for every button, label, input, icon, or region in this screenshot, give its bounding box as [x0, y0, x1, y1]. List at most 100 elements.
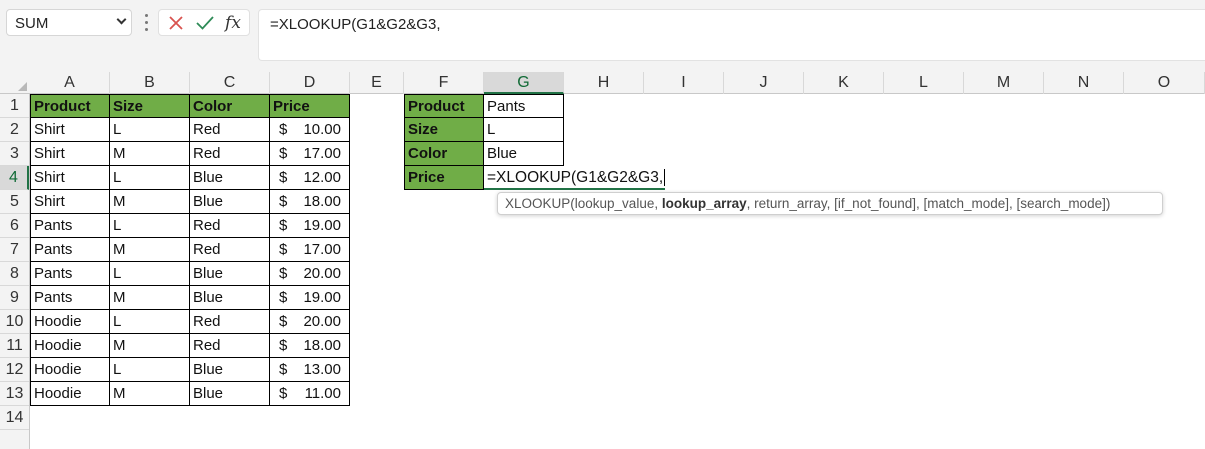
column-header-b[interactable]: B	[110, 72, 190, 94]
select-all-button[interactable]	[0, 72, 30, 94]
column-header-i[interactable]: I	[644, 72, 724, 94]
table-cell[interactable]: L	[110, 310, 190, 334]
table-cell[interactable]: Pants	[30, 238, 110, 262]
table-cell[interactable]: Blue	[190, 166, 270, 190]
table-cell[interactable]: Red	[190, 310, 270, 334]
confirm-icon[interactable]	[194, 13, 216, 33]
column-header-c[interactable]: C	[190, 72, 270, 94]
column-header-e[interactable]: E	[350, 72, 404, 94]
table-cell[interactable]: M	[110, 142, 190, 166]
price-cell[interactable]: $10.00	[270, 118, 350, 142]
price-cell[interactable]: $18.00	[270, 334, 350, 358]
column-header-n[interactable]: N	[1044, 72, 1124, 94]
row-header-10[interactable]: 10	[0, 310, 29, 334]
drag-handle-icon[interactable]	[145, 14, 148, 32]
table-cell[interactable]: M	[110, 382, 190, 406]
table-cell[interactable]: Red	[190, 238, 270, 262]
row-header-11[interactable]: 11	[0, 334, 29, 358]
column-header-h[interactable]: H	[564, 72, 644, 94]
row-header-4[interactable]: 4	[0, 166, 29, 190]
row-header-2[interactable]: 2	[0, 118, 29, 142]
column-header-g[interactable]: G	[484, 72, 564, 94]
column-header-l[interactable]: L	[884, 72, 964, 94]
price-cell[interactable]: $19.00	[270, 286, 350, 310]
formula-input[interactable]: =XLOOKUP(G1&G2&G3,	[258, 9, 1205, 61]
chevron-down-icon[interactable]	[116, 14, 127, 25]
table-header-cell[interactable]: Color	[190, 94, 270, 118]
table-cell[interactable]: Red	[190, 118, 270, 142]
column-header-m[interactable]: M	[964, 72, 1044, 94]
table-cell[interactable]: Blue	[190, 286, 270, 310]
table-cell[interactable]: Shirt	[30, 118, 110, 142]
row-header-7[interactable]: 7	[0, 238, 29, 262]
table-cell[interactable]: M	[110, 286, 190, 310]
row-header-5[interactable]: 5	[0, 190, 29, 214]
column-header-o[interactable]: O	[1124, 72, 1205, 94]
table-cell[interactable]: Hoodie	[30, 382, 110, 406]
table-cell[interactable]: Hoodie	[30, 334, 110, 358]
table-cell[interactable]: Red	[190, 214, 270, 238]
column-header-f[interactable]: F	[404, 72, 484, 94]
column-header-a[interactable]: A	[30, 72, 110, 94]
price-cell[interactable]: $11.00	[270, 382, 350, 406]
table-cell[interactable]: L	[110, 118, 190, 142]
table-cell[interactable]: Pants	[30, 214, 110, 238]
table-cell[interactable]: Pants	[30, 286, 110, 310]
worksheet-grid[interactable]: Product Size Color Price Shirt L Red $10.00 Shir…	[30, 94, 1205, 449]
table-cell[interactable]: Shirt	[30, 166, 110, 190]
table-cell[interactable]: Blue	[190, 358, 270, 382]
row-header-3[interactable]: 3	[0, 142, 29, 166]
row-header-13[interactable]: 13	[0, 382, 29, 406]
table-cell[interactable]: Hoodie	[30, 358, 110, 382]
table-cell[interactable]: L	[110, 166, 190, 190]
lookup-label-cell[interactable]: Price	[404, 166, 484, 190]
table-cell[interactable]: Pants	[30, 262, 110, 286]
table-cell[interactable]: Shirt	[30, 190, 110, 214]
table-cell[interactable]: L	[110, 358, 190, 382]
active-cell-editor[interactable]: =XLOOKUP(G1&G2&G3,	[484, 166, 666, 190]
row-header-9[interactable]: 9	[0, 286, 29, 310]
price-cell[interactable]: $17.00	[270, 142, 350, 166]
price-cell[interactable]: $17.00	[270, 238, 350, 262]
lookup-label-cell[interactable]: Size	[404, 118, 484, 142]
table-cell[interactable]: M	[110, 190, 190, 214]
price-cell[interactable]: $13.00	[270, 358, 350, 382]
lookup-value-cell[interactable]: Blue	[484, 142, 564, 166]
price-cell[interactable]: $12.00	[270, 166, 350, 190]
lookup-value-cell[interactable]: L	[484, 118, 564, 142]
cancel-icon[interactable]	[165, 13, 187, 33]
insert-function-icon[interactable]: fx	[222, 13, 244, 33]
function-tooltip[interactable]: XLOOKUP(lookup_value, lookup_array, retu…	[497, 192, 1163, 215]
lookup-label-cell[interactable]: Product	[404, 94, 484, 118]
table-cell[interactable]: L	[110, 214, 190, 238]
table-cell[interactable]: M	[110, 238, 190, 262]
table-header-cell[interactable]: Size	[110, 94, 190, 118]
table-cell[interactable]: M	[110, 334, 190, 358]
table-header-cell[interactable]: Price	[270, 94, 350, 118]
price-value: 18.00	[303, 337, 341, 354]
row-header-14[interactable]: 14	[0, 406, 29, 430]
table-header-cell[interactable]: Product	[30, 94, 110, 118]
lookup-value-cell[interactable]: Pants	[484, 94, 564, 118]
column-header-d[interactable]: D	[270, 72, 350, 94]
price-cell[interactable]: $20.00	[270, 262, 350, 286]
table-cell[interactable]: Red	[190, 334, 270, 358]
price-cell[interactable]: $19.00	[270, 214, 350, 238]
column-header-j[interactable]: J	[724, 72, 804, 94]
table-cell[interactable]: Blue	[190, 262, 270, 286]
row-header-6[interactable]: 6	[0, 214, 29, 238]
row-header-1[interactable]: 1	[0, 94, 29, 118]
table-cell[interactable]: Red	[190, 142, 270, 166]
price-cell[interactable]: $18.00	[270, 190, 350, 214]
lookup-label-cell[interactable]: Color	[404, 142, 484, 166]
price-cell[interactable]: $20.00	[270, 310, 350, 334]
table-cell[interactable]: L	[110, 262, 190, 286]
column-header-k[interactable]: K	[804, 72, 884, 94]
table-cell[interactable]: Blue	[190, 190, 270, 214]
table-cell[interactable]: Shirt	[30, 142, 110, 166]
table-cell[interactable]: Hoodie	[30, 310, 110, 334]
row-header-8[interactable]: 8	[0, 262, 29, 286]
row-header-12[interactable]: 12	[0, 358, 29, 382]
table-cell[interactable]: Blue	[190, 382, 270, 406]
name-box[interactable]: SUM	[6, 9, 132, 36]
